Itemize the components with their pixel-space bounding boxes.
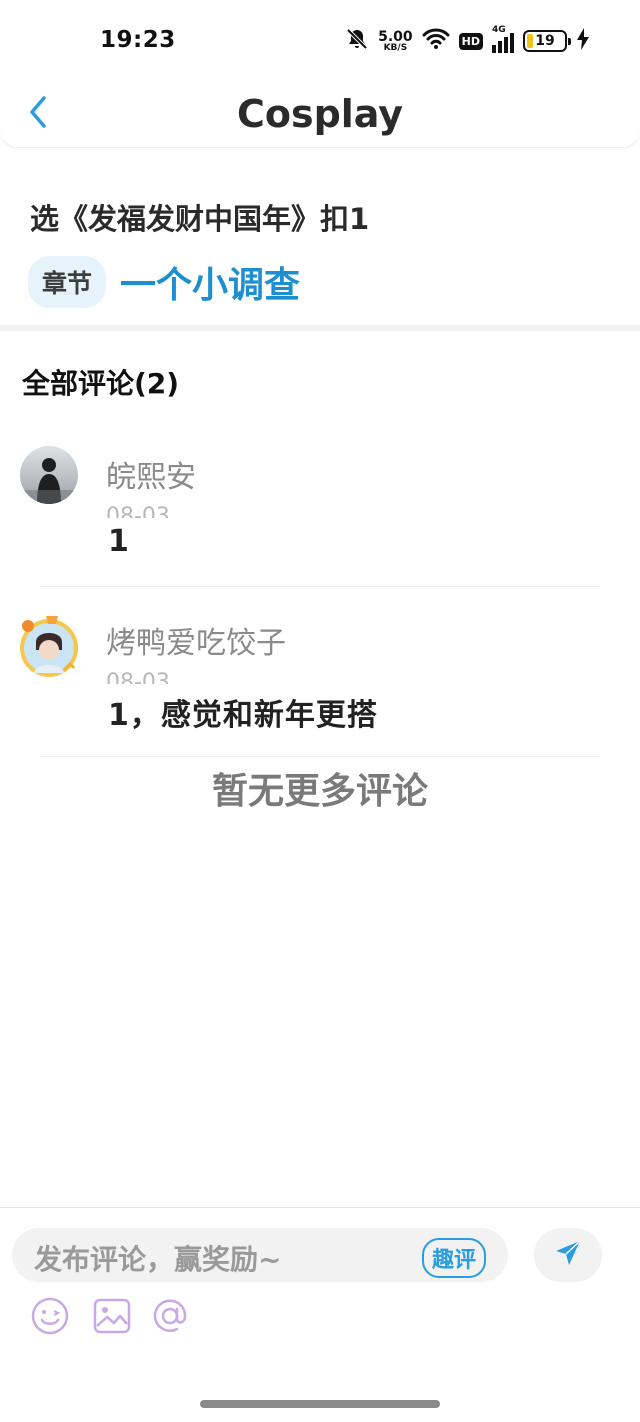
battery-indicator: 19 [523,30,571,52]
comment-input[interactable]: 发布评论，赢奖励~ 趣评 [12,1228,508,1282]
chapter-row: 章节 一个小调查 [28,256,300,308]
image-icon [92,1296,132,1340]
charging-icon [576,28,590,54]
status-bar: 19:23 5.00 KB/S HD 4G 19 [0,0,640,80]
emoji-icon [30,1296,70,1340]
no-more-comments: 暂无更多评论 [211,771,428,812]
page-title: Cosplay [236,92,404,136]
section-divider [0,325,640,331]
mute-bell-icon [345,27,369,55]
network-label: 4G [492,25,506,35]
emoji-button[interactable] [28,1296,72,1340]
comment-username[interactable]: 皖熙安 [106,452,196,496]
send-button[interactable] [534,1228,602,1282]
signal-icon: 4G [492,25,514,53]
comment-content: 1，感觉和新年更搭 [108,698,378,733]
comment-date: 08-03 [106,672,170,684]
wifi-icon [422,28,450,54]
mention-icon [149,1295,191,1341]
comment-input-placeholder: 发布评论，赢奖励~ [34,1243,282,1276]
avatar[interactable] [20,446,78,504]
hd-badge: HD [458,32,483,50]
comments-header: 全部评论(2) [22,367,180,400]
nav-bar: Cosplay [0,80,640,148]
status-icons: 5.00 KB/S HD 4G 19 [345,25,590,56]
comment-content: 1 [108,524,130,559]
net-speed: 5.00 KB/S [378,30,413,53]
avatar[interactable] [16,612,82,678]
chapter-link[interactable]: 一个小调查 [120,256,300,308]
quping-button[interactable]: 趣评 [421,1238,486,1278]
send-icon [554,1239,582,1271]
battery-level: 19 [535,33,555,49]
comment-composer: 发布评论，赢奖励~ 趣评 [0,1207,640,1391]
chapter-tag: 章节 [28,256,107,308]
net-speed-unit: KB/S [383,42,408,53]
post-title: 选《发福发财中国年》扣1 [30,202,370,236]
net-speed-value: 5.00 [378,28,413,45]
status-time: 19:23 [100,27,176,53]
battery-fill [527,34,533,48]
image-button[interactable] [90,1296,134,1340]
mention-button[interactable] [148,1296,192,1340]
comment-date: 08-03 [106,506,170,518]
comment-separator [40,756,600,757]
comment-separator [40,586,600,587]
home-indicator[interactable] [200,1400,440,1408]
comment-username[interactable]: 烤鸭爱吃饺子 [106,618,286,662]
